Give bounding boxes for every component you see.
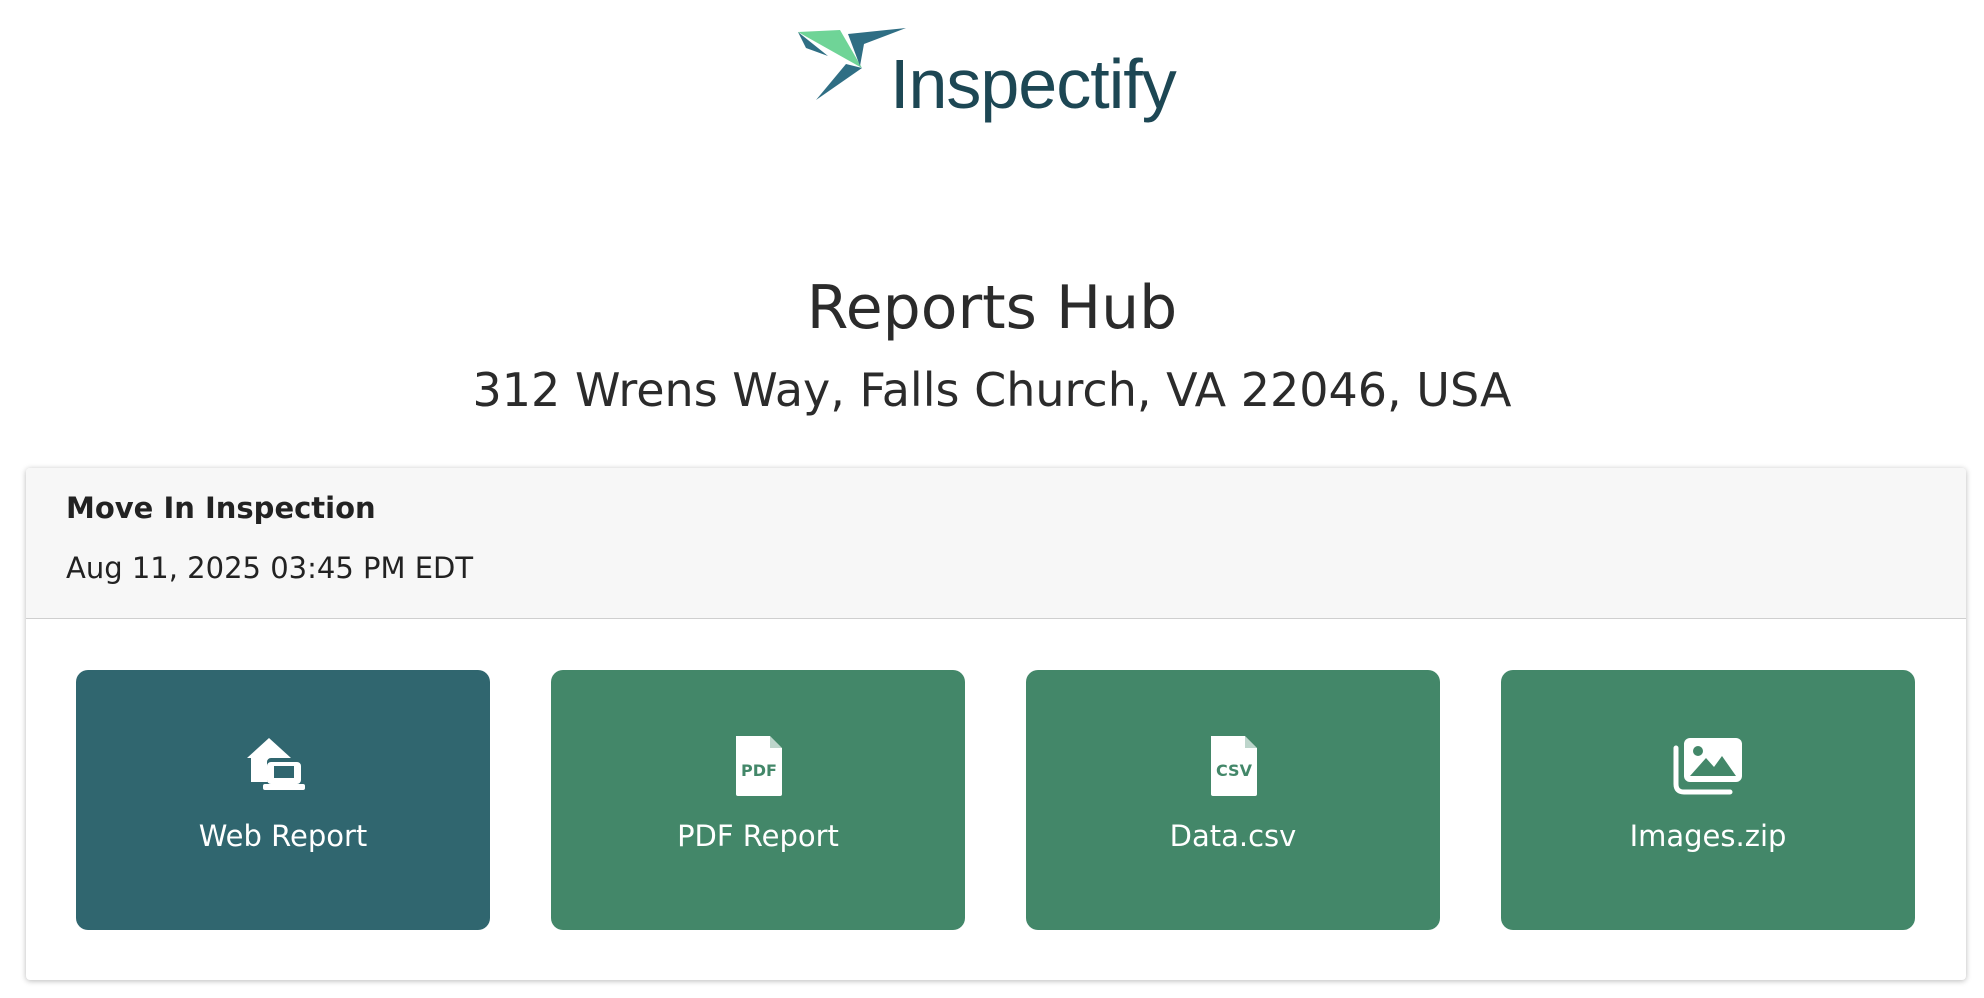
inspection-datetime: Aug 11, 2025 03:45 PM EDT: [66, 551, 474, 585]
page-title: Reports Hub: [806, 273, 1178, 343]
images-zip-label: Images.zip: [1629, 819, 1787, 853]
data-csv-button[interactable]: CSV Data.csv: [1026, 670, 1440, 930]
svg-text:PDF: PDF: [741, 761, 777, 780]
reports-hub-page: Inspectify Reports Hub 312 Wrens Way, Fa…: [0, 0, 1984, 998]
brand-name: Inspectify: [890, 45, 1177, 123]
svg-text:CSV: CSV: [1216, 761, 1253, 780]
pdf-report-button[interactable]: PDF PDF Report: [551, 670, 965, 930]
inspection-name: Move In Inspection: [66, 491, 376, 525]
data-csv-label: Data.csv: [1169, 819, 1297, 853]
csv-file-icon: CSV: [1211, 736, 1257, 796]
inspection-card: Move In Inspection Aug 11, 2025 03:45 PM…: [26, 468, 1966, 980]
web-report-button[interactable]: Web Report: [76, 670, 490, 930]
inspectify-logo[interactable]: Inspectify: [798, 26, 1198, 136]
home-laptop-icon: [247, 738, 305, 790]
pdf-file-icon: PDF: [736, 736, 782, 796]
web-report-label: Web Report: [198, 819, 368, 853]
report-actions: Web Report PDF PDF Report CSV Data.csv I…: [76, 670, 1918, 930]
images-zip-button[interactable]: Images.zip: [1501, 670, 1915, 930]
pdf-report-label: PDF Report: [677, 819, 839, 853]
images-icon: [1673, 738, 1742, 795]
inspection-card-header: Move In Inspection Aug 11, 2025 03:45 PM…: [26, 468, 1966, 619]
property-address: 312 Wrens Way, Falls Church, VA 22046, U…: [472, 363, 1512, 417]
